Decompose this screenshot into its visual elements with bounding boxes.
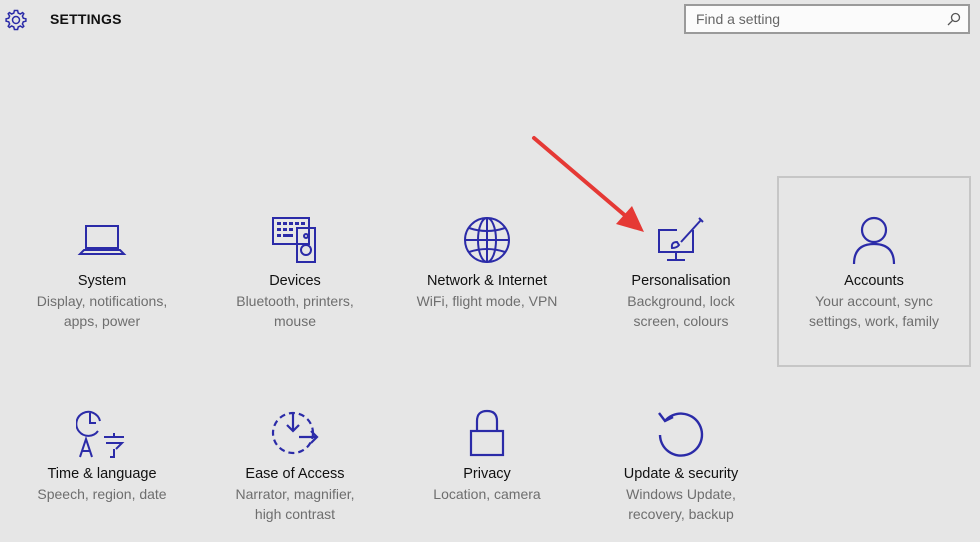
tile-system-desc-1: Display, notifications, <box>36 293 168 309</box>
search-input[interactable] <box>686 6 946 32</box>
tile-system-desc-2: apps, power <box>63 313 141 329</box>
tile-privacy[interactable]: Privacy Location, camera <box>390 407 584 504</box>
laptop-icon <box>77 225 127 255</box>
tile-ease-of-access[interactable]: Ease of Access Narrator, magnifier, high… <box>198 407 392 524</box>
annotation-arrow <box>532 136 644 232</box>
refresh-icon <box>658 412 704 457</box>
ease-of-access-icon <box>271 411 319 455</box>
tile-devices-label: Devices <box>269 273 321 289</box>
tile-devices-desc-1: Bluetooth, printers, <box>236 293 354 309</box>
tile-ease-of-access-desc-2: high contrast <box>254 506 336 522</box>
search-icon[interactable] <box>946 11 962 27</box>
tile-network-label: Network & Internet <box>426 273 548 289</box>
tile-privacy-desc-1: Location, camera <box>433 486 541 502</box>
tile-update-security[interactable]: Update & security Windows Update, recove… <box>584 407 778 524</box>
tile-system-label: System <box>77 273 127 289</box>
tile-accounts[interactable]: Accounts Your account, sync settings, wo… <box>777 176 971 367</box>
tile-ease-of-access-label: Ease of Access <box>245 466 345 482</box>
tile-time-language-desc-1: Speech, region, date <box>37 486 167 502</box>
tile-personalisation-desc-2: screen, colours <box>633 313 729 329</box>
gear-icon <box>5 9 27 31</box>
tile-accounts-label: Accounts <box>844 273 904 289</box>
tile-time-language[interactable]: Time & language Speech, region, date <box>5 407 199 504</box>
page-title: SETTINGS <box>50 11 122 27</box>
tile-update-security-desc-2: recovery, backup <box>628 506 734 522</box>
tile-update-security-label: Update & security <box>623 466 739 482</box>
tile-personalisation-label: Personalisation <box>631 273 731 289</box>
lock-icon <box>469 409 505 457</box>
tile-privacy-label: Privacy <box>463 466 511 482</box>
keyboard-speaker-icon <box>272 217 316 263</box>
globe-icon <box>464 217 510 263</box>
tile-network-desc-1: WiFi, flight mode, VPN <box>416 293 558 309</box>
tile-ease-of-access-desc-1: Narrator, magnifier, <box>235 486 355 502</box>
header-bar: SETTINGS <box>0 0 980 40</box>
tile-update-security-desc-1: Windows Update, <box>626 486 736 502</box>
tile-accounts-desc-2: settings, work, family <box>809 313 939 329</box>
time-language-icon <box>76 410 125 458</box>
tile-personalisation-desc-1: Background, lock <box>627 293 735 309</box>
person-icon <box>852 216 896 265</box>
tile-time-language-label: Time & language <box>47 466 157 482</box>
tile-accounts-desc-1: Your account, sync <box>815 293 933 309</box>
tile-system[interactable]: System Display, notifications, apps, pow… <box>5 214 199 331</box>
tile-devices-desc-2: mouse <box>273 313 317 329</box>
search-box[interactable] <box>684 4 970 34</box>
paint-monitor-icon <box>658 217 704 261</box>
tile-devices[interactable]: Devices Bluetooth, printers, mouse <box>198 214 392 331</box>
